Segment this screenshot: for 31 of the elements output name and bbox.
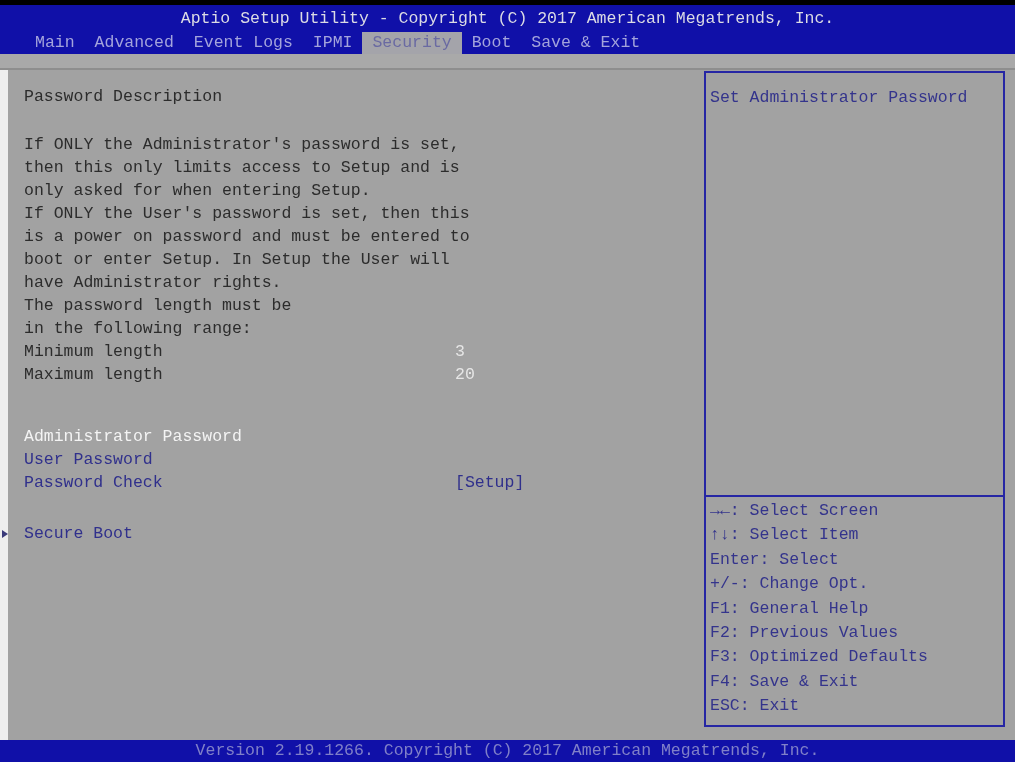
window-title: Aptio Setup Utility - Copyright (C) 2017 American Megatrends, Inc. <box>180 8 835 30</box>
menu-tab[interactable]: Boot <box>461 32 522 54</box>
submenu-item[interactable]: Secure Boot <box>24 522 133 545</box>
key-hint: F1: General Help <box>710 598 869 618</box>
submenu-triangle-icon <box>2 529 8 538</box>
limit-label: Maximum length <box>24 365 163 384</box>
key-hint: ↑↓: Select Item <box>710 525 859 545</box>
menu-tab[interactable]: Advanced <box>84 32 184 54</box>
menu-tab[interactable]: Event Logs <box>183 32 303 54</box>
key-hint: F3: Optimized Defaults <box>710 647 928 667</box>
limit-value: 20 <box>455 364 475 386</box>
help-text: Set Administrator Password <box>710 88 968 107</box>
limit-value: 3 <box>455 341 465 363</box>
version-text: Version 2.19.1266. Copyright (C) 2017 American Megatrends, Inc. <box>195 740 820 762</box>
description-text: The password length must be in the following range: <box>24 295 292 340</box>
key-hint: ESC: Exit <box>710 696 800 716</box>
section-heading: Password Description <box>24 86 223 108</box>
description-text: If ONLY the Administrator's password is set, then this only limits access to Setup and is only asked for when entering Setup. <box>24 134 460 202</box>
key-hint: Enter: Select <box>710 549 839 569</box>
menu-item[interactable]: User Password <box>24 448 153 471</box>
key-hint: F2: Previous Values <box>710 622 899 642</box>
menu-item[interactable]: Password Check <box>24 473 163 492</box>
menu-tab[interactable]: IPMI <box>302 32 363 54</box>
option-value[interactable]: [Setup] <box>455 471 525 494</box>
description-text: If ONLY the User's password is set, then this is a power on password and must be entered to boot or enter Setup. In Setup the User will have Administrator rights. <box>24 203 470 294</box>
menu-tab[interactable]: Save & Exit <box>521 32 651 54</box>
key-hint: →←: Select Screen <box>710 501 879 520</box>
key-hint: F4: Save & Exit <box>710 671 859 691</box>
key-hint: +/-: Change Opt. <box>710 574 869 594</box>
menu-tab[interactable]: Main <box>25 32 85 54</box>
limit-label: Minimum length <box>24 342 163 361</box>
